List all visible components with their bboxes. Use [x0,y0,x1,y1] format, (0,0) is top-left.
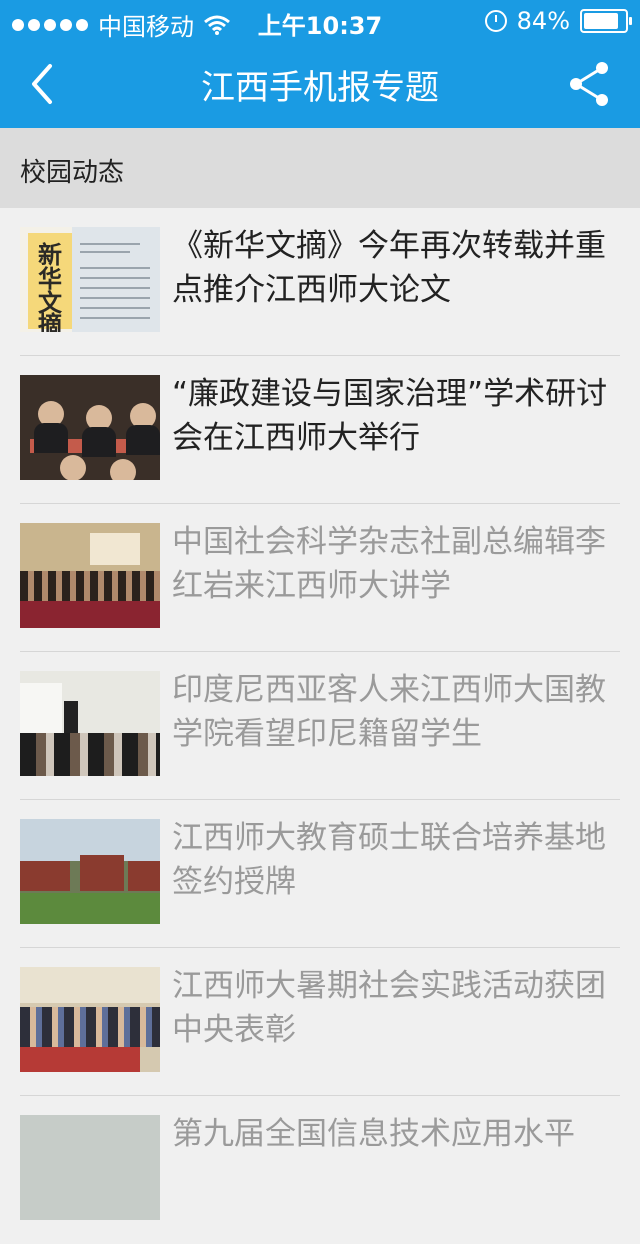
section-header: 校园动态 [0,128,640,208]
page-title: 江西手机报专题 [201,68,439,108]
top-bar: 中国移动 上午10:37 84% 江西手机报专题 [0,0,640,128]
list-item[interactable]: 新 华 文 摘 《新华文摘》今年再次转载并重点推介江西师大论文 [0,208,640,356]
nav-bar: 江西手机报专题 [0,40,640,128]
list-item[interactable]: 江西师大暑期社会实践活动获团中央表彰 [0,948,640,1096]
list-item[interactable]: “廉政建设与国家治理”学术研讨会在江西师大举行 [0,356,640,504]
article-title: 《新华文摘》今年再次转载并重点推介江西师大论文 [172,228,606,308]
alarm-icon [484,10,507,32]
list-item[interactable]: 中国社会科学杂志社副总编辑李红岩来江西师大讲学 [0,504,640,652]
share-icon[interactable] [560,54,620,114]
battery-icon [580,9,632,33]
section-title: 校园动态 [20,158,125,188]
article-thumbnail [20,1115,160,1220]
article-thumbnail [20,671,160,776]
article-thumbnail: 新 华 文 摘 [20,227,160,332]
article-title: 印度尼西亚客人来江西师大国教学院看望印尼籍留学生 [172,672,606,752]
thumb-char: 摘 [38,311,62,332]
status-bar: 中国移动 上午10:37 84% [0,0,640,41]
list-item[interactable]: 江西师大教育硕士联合培养基地签约授牌 [0,800,640,948]
article-thumbnail [20,375,160,480]
article-title: 江西师大暑期社会实践活动获团中央表彰 [172,968,606,1048]
list-item[interactable]: 第九届全国信息技术应用水平 [0,1096,640,1244]
article-thumbnail [20,967,160,1072]
article-title: 第九届全国信息技术应用水平 [172,1116,575,1152]
article-thumbnail [20,819,160,924]
article-thumbnail [20,523,160,628]
battery-percent: 84% [516,7,570,35]
article-title: “廉政建设与国家治理”学术研讨会在江西师大举行 [172,376,608,456]
article-title: 江西师大教育硕士联合培养基地签约授牌 [172,820,606,900]
article-title: 中国社会科学杂志社副总编辑李红岩来江西师大讲学 [172,524,606,604]
battery-fill [584,13,618,29]
list-item[interactable]: 印度尼西亚客人来江西师大国教学院看望印尼籍留学生 [0,652,640,800]
article-list: 新 华 文 摘 《新华文摘》今年再次转载并重点推介江西师大论文 “廉政建设与国家… [0,208,640,1244]
